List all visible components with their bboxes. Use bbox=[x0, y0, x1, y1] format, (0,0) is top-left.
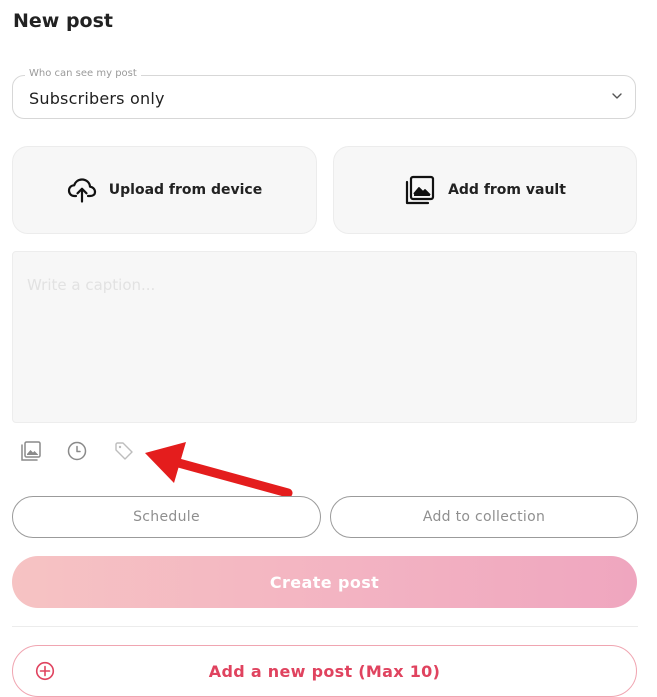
add-to-collection-button[interactable]: Add to collection bbox=[330, 496, 638, 538]
divider bbox=[12, 626, 638, 627]
schedule-button[interactable]: Schedule bbox=[12, 496, 321, 538]
page-title: New post bbox=[13, 10, 114, 32]
chevron-down-icon bbox=[612, 93, 622, 99]
create-post-button[interactable]: Create post bbox=[12, 556, 637, 608]
vault-gallery-icon bbox=[405, 175, 435, 205]
tag-icon[interactable] bbox=[113, 440, 135, 462]
add-new-post-button[interactable]: Add a new post (Max 10) bbox=[12, 645, 637, 697]
add-new-post-label: Add a new post (Max 10) bbox=[208, 662, 441, 681]
upload-from-device-label: Upload from device bbox=[108, 182, 263, 198]
add-from-vault-label: Add from vault bbox=[448, 182, 566, 198]
clock-icon[interactable] bbox=[66, 440, 88, 462]
caption-box bbox=[12, 251, 637, 423]
cloud-upload-icon bbox=[67, 178, 96, 203]
audience-select-legend: Who can see my post bbox=[25, 68, 141, 79]
audience-select[interactable]: Who can see my post Subscribers only bbox=[12, 68, 636, 119]
audience-select-value: Subscribers only bbox=[29, 89, 165, 108]
upload-from-device-button[interactable]: Upload from device bbox=[12, 146, 317, 234]
media-icon[interactable] bbox=[20, 440, 42, 462]
add-from-vault-button[interactable]: Add from vault bbox=[333, 146, 637, 234]
caption-input[interactable] bbox=[13, 252, 636, 422]
annotation-arrow-icon bbox=[145, 442, 293, 498]
